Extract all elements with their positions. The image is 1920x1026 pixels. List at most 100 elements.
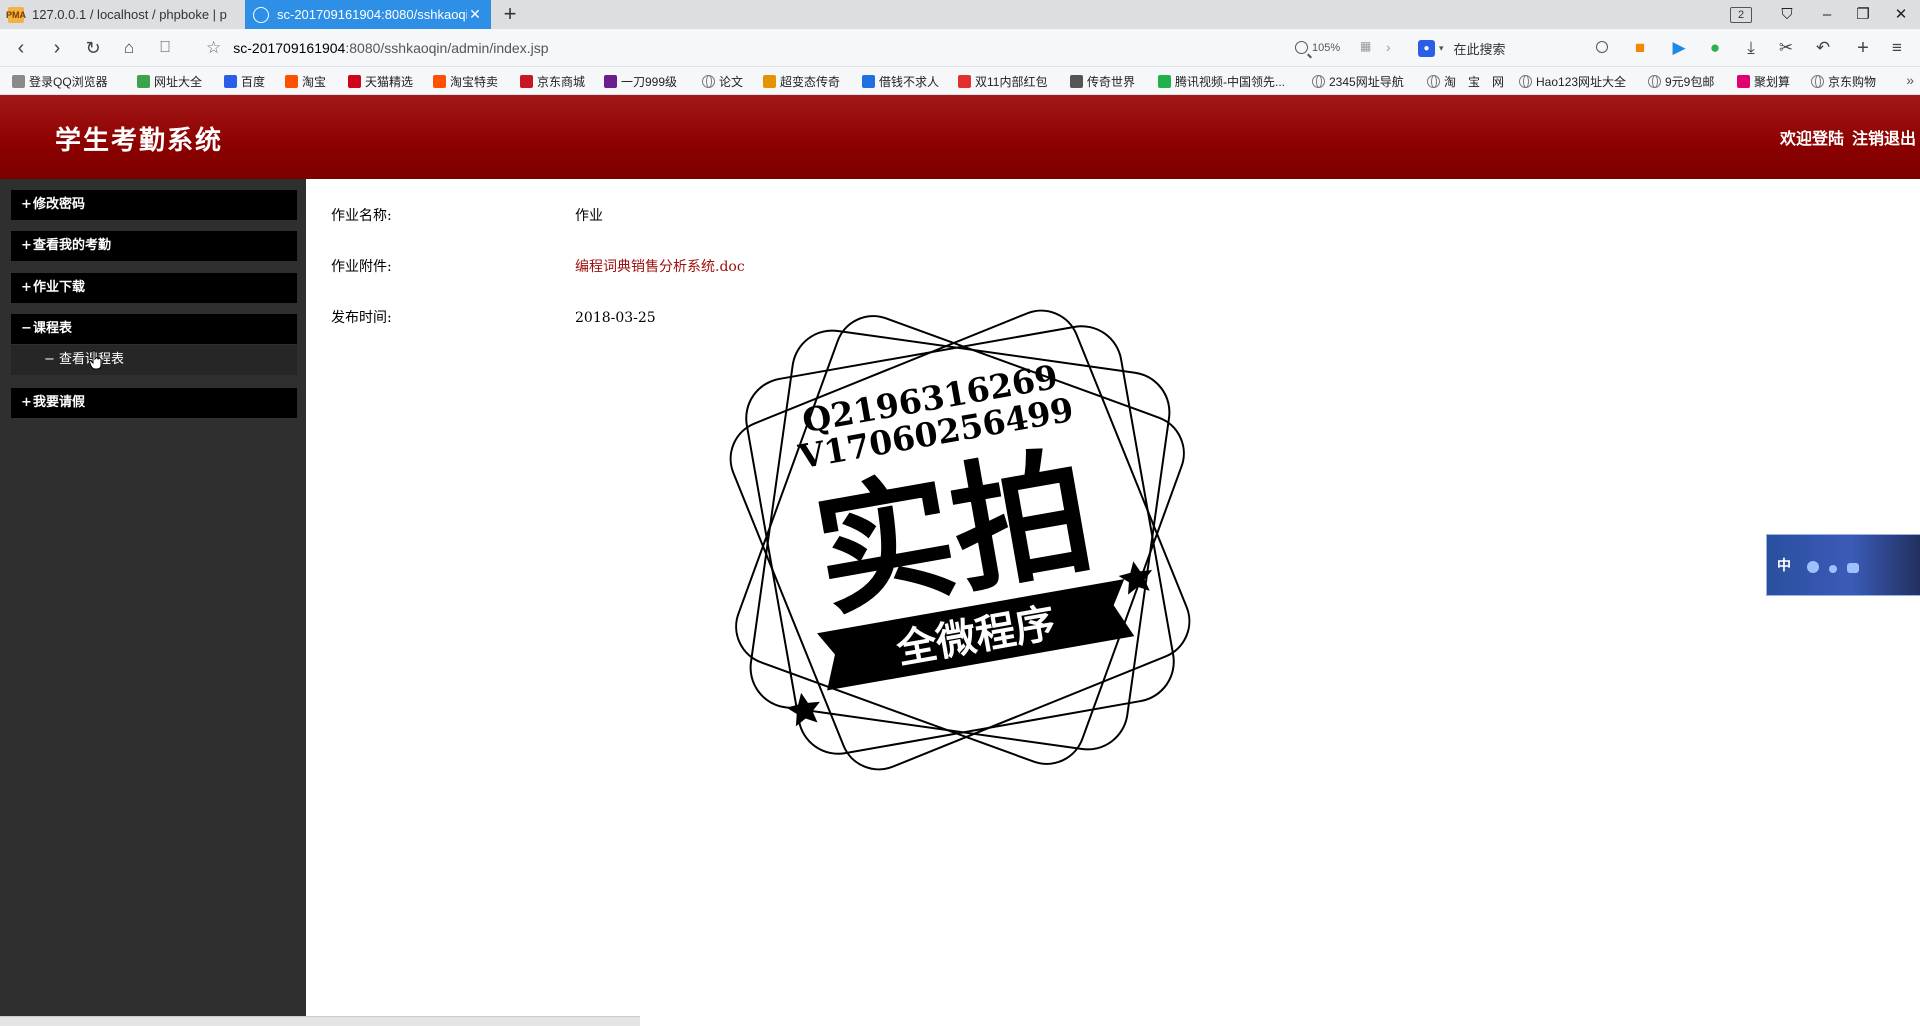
globe-icon: [1427, 74, 1440, 88]
phpmyadmin-icon: PMA: [6, 6, 26, 23]
close-window-button[interactable]: ✕: [1886, 3, 1916, 27]
game-icon: [604, 74, 617, 88]
game-icon: [763, 74, 776, 88]
watermark-stamp: Q2196316269 V17060256499 实拍 全微程序: [729, 309, 1191, 771]
bookmark-item[interactable]: 超变态传奇: [763, 73, 840, 89]
bookmark-item[interactable]: 一刀999级: [604, 73, 677, 89]
bookmark-item[interactable]: 百度: [224, 73, 265, 89]
juhuasuan-icon: [1737, 74, 1750, 88]
bookmark-label: 淘宝特卖: [450, 74, 499, 89]
bookmark-item[interactable]: 2345网址导航: [1312, 73, 1404, 89]
bookmark-item[interactable]: 淘宝: [285, 73, 326, 89]
video-camera-icon[interactable]: ■: [1629, 37, 1651, 59]
download-icon[interactable]: ⤓: [1740, 37, 1762, 59]
restore-button[interactable]: ❐: [1848, 3, 1878, 27]
bookmark-label: 百度: [241, 74, 266, 89]
sidebar: +修改密码 +查看我的考勤 +作业下载 −课程表 − 查看课程表 +我要请假: [0, 179, 306, 1026]
bookmark-item[interactable]: 淘宝特卖: [433, 73, 498, 89]
sidebar-item-label: 修改密码: [33, 197, 86, 212]
bookmark-label: 京东商城: [537, 74, 586, 89]
bookmark-item[interactable]: 双11内部红包: [958, 73, 1047, 89]
globe-icon: [702, 74, 715, 88]
bookmark-item[interactable]: 聚划算: [1737, 73, 1790, 89]
reload-button[interactable]: ↻: [80, 35, 106, 61]
address-bar[interactable]: ☆ sc-201709161904:8080/sshkaoqin/admin/i…: [200, 34, 1398, 62]
sidebar-item-label: 我要请假: [33, 395, 86, 410]
floating-ime-badge[interactable]: 中: [1766, 534, 1920, 596]
sidebar-item-homework-download[interactable]: +作业下载: [11, 273, 297, 303]
shirt-icon: [1847, 563, 1859, 573]
sidebar-item-label: 课程表: [33, 321, 73, 336]
zoom-indicator[interactable]: 105%: [1295, 41, 1340, 54]
homework-file-link[interactable]: 编程词典销售分析系统.doc: [575, 256, 745, 278]
bookmark-label: 腾讯视频-中国领先...: [1175, 74, 1285, 89]
bookmark-item[interactable]: 传奇世界: [1070, 73, 1135, 89]
bookmark-item[interactable]: 天猫精选: [348, 73, 413, 89]
browser-tab-active[interactable]: sc-201709161904:8080/sshkaoqin ✕: [245, 0, 491, 29]
shirt-skin-icon[interactable]: ⛉: [1772, 3, 1802, 27]
sidebar-item-leave-request[interactable]: +我要请假: [11, 388, 297, 418]
sidebar-item-schedule[interactable]: −课程表: [11, 314, 297, 344]
sidebar-item-my-attendance[interactable]: +查看我的考勤: [11, 231, 297, 261]
bookmark-item[interactable]: 腾讯视频-中国领先...: [1158, 73, 1285, 89]
moon-icon: [1807, 561, 1819, 573]
tab-count-badge[interactable]: 2: [1730, 7, 1752, 23]
chevron-down-icon[interactable]: ▾: [1439, 43, 1444, 54]
bookmark-item[interactable]: 京东商城: [520, 73, 585, 89]
bookmark-label: 京东购物: [1828, 74, 1877, 89]
bookmark-item[interactable]: 论文: [702, 73, 743, 89]
logout-link[interactable]: 注销退出: [1852, 125, 1916, 149]
user-icon: [12, 74, 25, 88]
bookmark-star-icon[interactable]: ☆: [206, 38, 221, 58]
menu-icon[interactable]: ≡: [1886, 37, 1908, 59]
bookmark-item[interactable]: 9元9包邮: [1648, 73, 1714, 89]
page-title: 学生考勤系统: [55, 126, 224, 156]
sidebar-subitem-view-schedule[interactable]: − 查看课程表: [11, 345, 297, 375]
tmall-icon: [348, 74, 361, 88]
forward-button[interactable]: ›: [44, 35, 70, 61]
home-button[interactable]: ⌂: [116, 35, 142, 61]
search-input[interactable]: ● ▾ 在此搜索: [1418, 34, 1608, 62]
bookmark-item[interactable]: 网址大全: [137, 73, 202, 89]
browser-tab-phpmyadmin[interactable]: PMA 127.0.0.1 / localhost / phpboke | p: [0, 0, 245, 29]
globe-icon: [1648, 74, 1661, 88]
baidu-icon: [224, 74, 237, 88]
bookmark-item[interactable]: 京东购物: [1811, 73, 1876, 89]
close-tab-icon[interactable]: ✕: [467, 6, 483, 23]
baidu-paw-icon[interactable]: ●: [1418, 39, 1435, 57]
bookmark-item[interactable]: 淘 宝 网: [1427, 73, 1504, 89]
taobao-icon: [433, 74, 446, 88]
bookmark-item[interactable]: Hao123网址大全: [1519, 73, 1626, 89]
globe-icon: [1519, 74, 1532, 88]
add-icon[interactable]: +: [1852, 37, 1874, 59]
bookmark-label: Hao123网址大全: [1536, 74, 1627, 89]
bookmark-label: 淘宝: [302, 74, 327, 89]
homework-name-label: 作业名称:: [331, 208, 392, 224]
url-path: :8080/sshkaoqin/admin/index.jsp: [345, 40, 549, 56]
undo-icon[interactable]: ↶: [1812, 37, 1834, 59]
bookmark-label: 淘 宝 网: [1444, 74, 1505, 89]
sidebar-item-change-password[interactable]: +修改密码: [11, 190, 297, 220]
scissors-icon[interactable]: ✂: [1775, 37, 1797, 59]
sub-bullet: −: [44, 352, 55, 367]
globe-icon: [1811, 74, 1824, 88]
bookmark-item[interactable]: 借钱不求人: [862, 73, 939, 89]
tab-label: 127.0.0.1 / localhost / phpboke | p: [32, 7, 227, 22]
more-bookmarks-icon[interactable]: »: [1906, 72, 1914, 88]
back-button[interactable]: ‹: [8, 35, 34, 61]
new-tab-button[interactable]: +: [498, 2, 522, 26]
play-icon[interactable]: ▶: [1668, 37, 1690, 59]
chevron-right-icon[interactable]: ›: [1386, 39, 1391, 55]
bookmark-label: 论文: [719, 74, 744, 89]
wechat-icon[interactable]: ●: [1704, 37, 1726, 59]
minimize-button[interactable]: –: [1812, 3, 1842, 27]
reading-mode-icon[interactable]: ⎕: [152, 35, 178, 61]
grid-apps-icon[interactable]: ▦: [1360, 39, 1371, 53]
ime-chinese-label: 中: [1777, 557, 1791, 573]
bookmark-label: 一刀999级: [621, 74, 678, 89]
search-icon[interactable]: [1596, 41, 1608, 53]
bookmark-label: 超变态传奇: [780, 74, 841, 89]
taobao-icon: [285, 74, 298, 88]
bookmark-item[interactable]: 登录QQ浏览器: [12, 73, 108, 89]
welcome-text: 欢迎登陆: [1779, 129, 1844, 148]
